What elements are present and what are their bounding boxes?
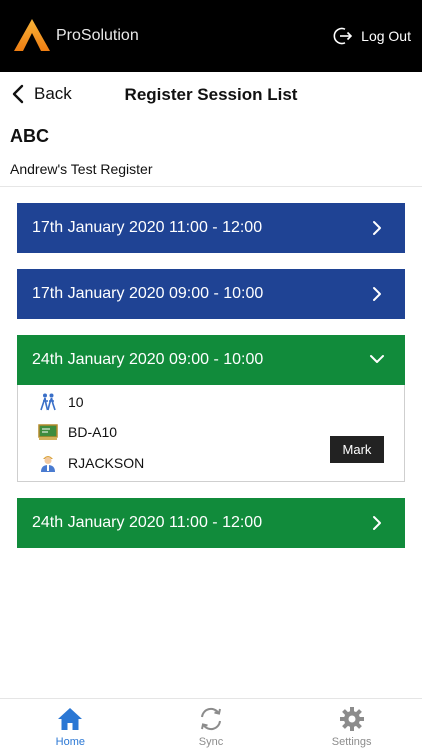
students-count: 10	[68, 394, 84, 410]
nav-bar: Back Register Session List	[0, 72, 422, 118]
logout-icon	[333, 27, 353, 45]
top-bar: ProSolution Log Out	[0, 0, 422, 72]
chevron-right-icon	[373, 516, 381, 530]
prosolution-logo-icon	[14, 19, 50, 51]
page-title: Register Session List	[124, 85, 298, 104]
session-item-expanded[interactable]: 24th January 2020 09:00 - 10:00	[17, 335, 405, 385]
session-label: 24th January 2020 11:00 - 12:00	[32, 514, 263, 531]
sync-icon	[201, 707, 221, 731]
logout-label: Log Out	[361, 28, 411, 44]
session-label: 17th January 2020 09:00 - 10:00	[32, 285, 264, 302]
gear-icon	[339, 707, 364, 731]
session-label: 24th January 2020 09:00 - 10:00	[32, 351, 264, 368]
room-icon	[38, 424, 58, 440]
lecturer-name: RJACKSON	[68, 455, 145, 471]
students-row: 10	[38, 392, 84, 412]
session-item[interactable]: 17th January 2020 11:00 - 12:00	[17, 203, 405, 253]
logout-button[interactable]: Log Out	[333, 26, 411, 46]
session-item[interactable]: 17th January 2020 09:00 - 10:00	[17, 269, 405, 319]
tab-bar: Home Sync Settings	[0, 698, 422, 751]
tab-home[interactable]: Home	[0, 699, 141, 751]
mark-button[interactable]: Mark	[330, 436, 384, 463]
app-brand: ProSolution	[56, 27, 139, 44]
tab-sync[interactable]: Sync	[141, 699, 282, 751]
session-details: 10 BD-A10 RJACKSON Mark	[17, 385, 405, 482]
lecturer-row: RJACKSON	[38, 453, 144, 473]
register-code: ABC	[10, 126, 49, 146]
tab-label: Settings	[331, 736, 372, 748]
home-icon	[58, 708, 83, 730]
tab-label: Home	[55, 736, 85, 748]
chevron-right-icon	[373, 221, 381, 235]
session-item[interactable]: 24th January 2020 11:00 - 12:00	[17, 498, 405, 548]
students-icon	[40, 393, 56, 411]
divider	[0, 186, 422, 187]
register-name: Andrew's Test Register	[10, 161, 153, 177]
tab-label: Sync	[198, 736, 224, 748]
chevron-down-icon	[370, 355, 384, 363]
chevron-right-icon	[373, 287, 381, 301]
tab-settings[interactable]: Settings	[281, 699, 422, 751]
room-row: BD-A10	[38, 422, 117, 442]
lecturer-icon	[41, 456, 55, 472]
session-label: 17th January 2020 11:00 - 12:00	[32, 219, 263, 236]
room-name: BD-A10	[68, 424, 118, 440]
